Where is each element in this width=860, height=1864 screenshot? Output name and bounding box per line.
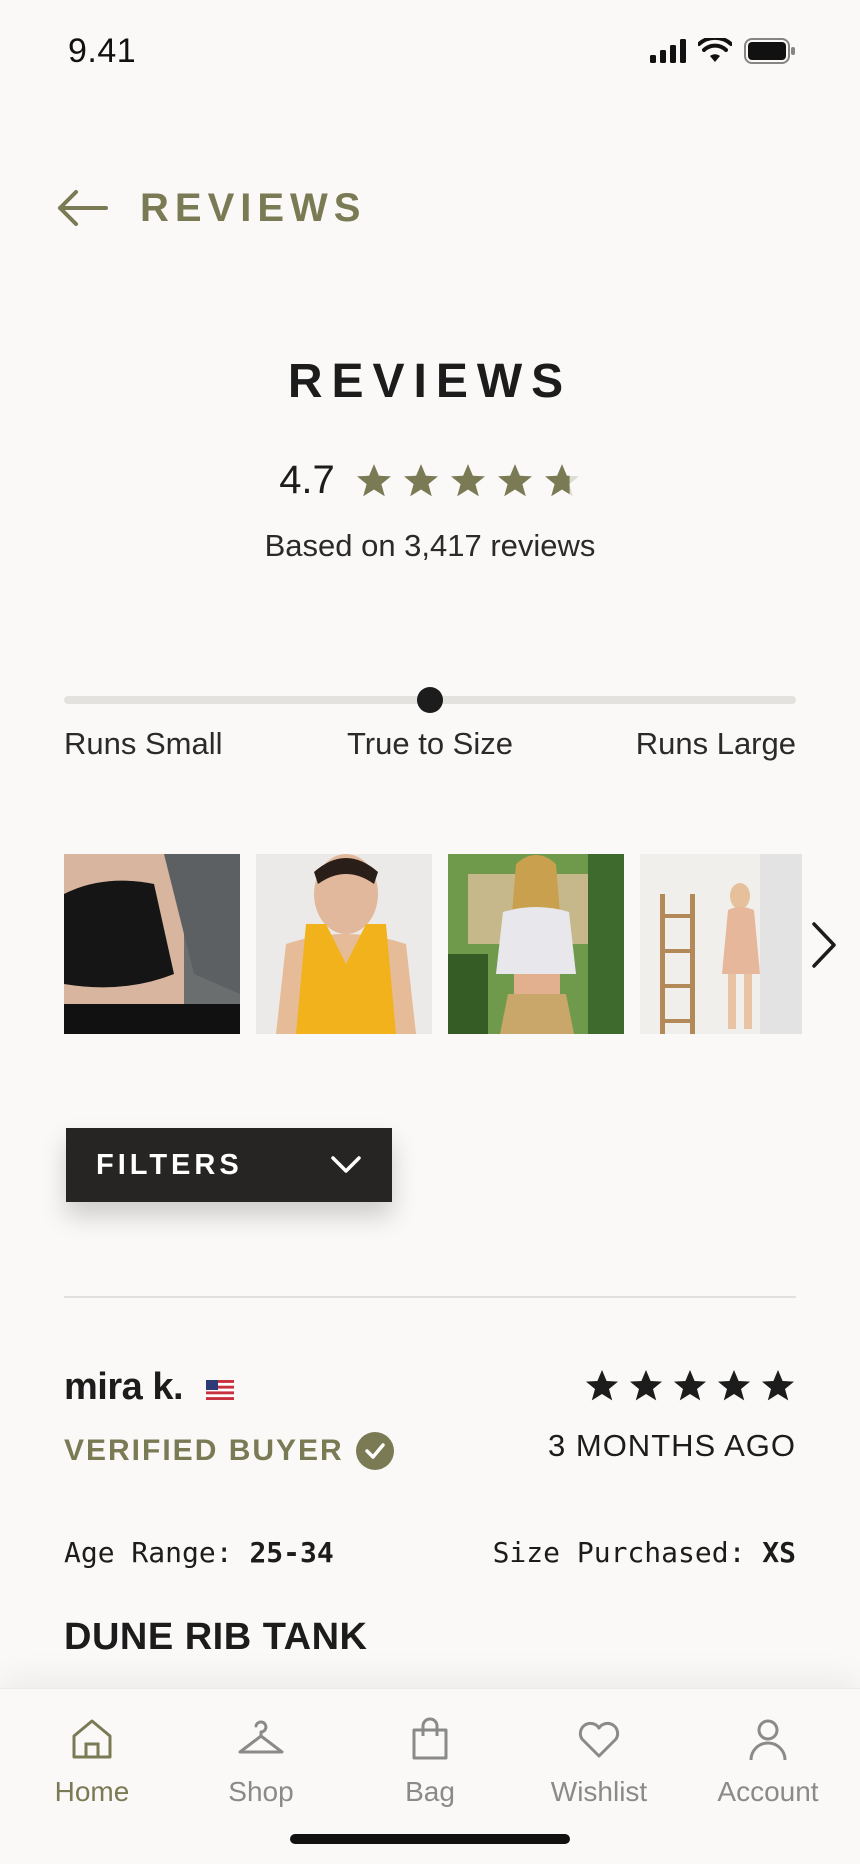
tab-wishlist[interactable]: Wishlist bbox=[529, 1716, 669, 1808]
star-icon bbox=[403, 463, 438, 496]
age-range-label: Age Range: bbox=[64, 1536, 250, 1569]
star-icon bbox=[497, 463, 532, 496]
status-icons bbox=[650, 38, 796, 64]
fit-slider-knob bbox=[417, 687, 443, 713]
rating-value: 4.7 bbox=[279, 458, 335, 502]
filters-label: FILTERS bbox=[96, 1148, 243, 1181]
back-arrow-icon[interactable] bbox=[56, 188, 108, 228]
review-photo[interactable] bbox=[256, 854, 432, 1034]
photo-white-crop bbox=[448, 854, 624, 1034]
tab-account[interactable]: Account bbox=[698, 1716, 838, 1808]
star-icon bbox=[586, 1370, 618, 1401]
review-stars bbox=[584, 1368, 796, 1404]
battery-icon bbox=[744, 38, 795, 64]
tab-label: Home bbox=[54, 1776, 130, 1807]
age-range-value: 25-34 bbox=[249, 1536, 334, 1569]
star-icon bbox=[630, 1370, 662, 1401]
status-time: 9.41 bbox=[68, 32, 137, 70]
tab-bag[interactable]: Bag bbox=[360, 1716, 500, 1808]
verified-buyer-label: VERIFIED BUYER bbox=[64, 1434, 344, 1467]
carousel-next-icon[interactable] bbox=[806, 920, 840, 970]
star-icon bbox=[718, 1370, 750, 1401]
fit-label-large: Runs Large bbox=[635, 726, 796, 761]
rating-stars bbox=[355, 462, 581, 500]
divider bbox=[64, 1296, 796, 1298]
hanger-icon bbox=[238, 1720, 284, 1754]
star-icon bbox=[450, 463, 485, 496]
home-icon bbox=[72, 1719, 112, 1759]
star-icon bbox=[356, 463, 391, 496]
age-range: Age Range: 25-34 bbox=[64, 1536, 334, 1569]
verified-check-icon bbox=[356, 1432, 394, 1470]
chevron-down-icon bbox=[331, 1156, 361, 1173]
us-flag-icon bbox=[206, 1380, 234, 1400]
user-icon bbox=[749, 1719, 787, 1761]
photo-black-top bbox=[64, 854, 240, 1034]
reviews-heading: REVIEWS bbox=[287, 355, 573, 408]
review-date: 3 MONTHS AGO bbox=[548, 1428, 796, 1463]
review-photo[interactable] bbox=[448, 854, 624, 1034]
tab-label: Account bbox=[717, 1776, 819, 1807]
size-purchased-value: XS bbox=[762, 1536, 796, 1569]
review-photo[interactable] bbox=[64, 854, 240, 1034]
reviewer-name: mira k. bbox=[64, 1366, 184, 1408]
star-icon bbox=[544, 463, 579, 496]
tab-label: Bag bbox=[405, 1776, 455, 1807]
product-name: DUNE RIB TANK bbox=[64, 1616, 368, 1658]
wifi-icon bbox=[698, 38, 732, 62]
star-icon bbox=[674, 1370, 706, 1401]
photo-yellow-tank bbox=[256, 854, 432, 1034]
tab-shop[interactable]: Shop bbox=[191, 1716, 331, 1808]
star-icon bbox=[762, 1370, 794, 1401]
tab-label: Wishlist bbox=[550, 1776, 648, 1807]
filters-button[interactable]: FILTERS bbox=[66, 1128, 392, 1202]
header-title: REVIEWS bbox=[140, 186, 367, 230]
review-photo[interactable] bbox=[640, 854, 802, 1034]
bag-icon bbox=[412, 1717, 448, 1760]
heart-icon bbox=[578, 1721, 620, 1758]
review-count: Based on 3,417 reviews bbox=[264, 528, 596, 563]
size-purchased-label: Size Purchased: bbox=[492, 1536, 763, 1569]
photo-peach-set bbox=[640, 854, 802, 1034]
tab-label: Shop bbox=[228, 1776, 294, 1807]
rating-summary: 4.7 bbox=[0, 458, 860, 503]
tab-home[interactable]: Home bbox=[22, 1716, 162, 1808]
home-indicator bbox=[290, 1834, 570, 1844]
signal-icon bbox=[650, 39, 686, 63]
size-purchased: Size Purchased: XS bbox=[493, 1536, 796, 1569]
